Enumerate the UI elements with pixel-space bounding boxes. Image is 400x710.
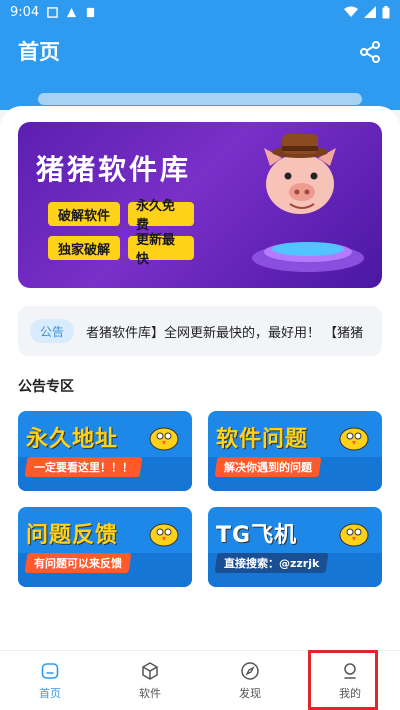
card-feedback[interactable]: 问题反馈 有问题可以来反馈: [18, 507, 192, 587]
card-title: TG飞机: [216, 523, 298, 548]
sim-icon: [87, 7, 95, 17]
alert-icon: [67, 7, 77, 17]
page-title: 首页: [18, 40, 60, 64]
signal-icon: [364, 6, 376, 18]
notice-text: 者猪软件库】全网更新最快的，最好用！ 【猪猪: [86, 325, 364, 341]
card-title: 软件问题: [216, 427, 309, 452]
main-content: 猪猪软件库 破解软件 永久免费 独家破解 更新最快 公告 者猪软件库】全网更新最…: [0, 106, 400, 650]
nav-item-software[interactable]: 软件: [100, 651, 200, 710]
nav-item-discover[interactable]: 发现: [200, 651, 300, 710]
cube-icon: [142, 661, 158, 680]
promo-banner[interactable]: 猪猪软件库 破解软件 永久免费 独家破解 更新最快: [18, 122, 382, 288]
chick-icon: [149, 427, 179, 451]
header-decoration: [38, 93, 362, 105]
status-time: 9:04: [10, 4, 40, 20]
card-subtitle: 有问题可以来反馈: [24, 553, 132, 573]
card-telegram[interactable]: TG飞机 直接搜索：@zzrjk: [208, 507, 382, 587]
notification-icon: [47, 6, 58, 18]
battery-icon: [382, 5, 390, 18]
chick-icon: [149, 523, 179, 547]
nav-item-home[interactable]: 首页: [0, 651, 100, 710]
nav-label: 发现: [239, 686, 261, 700]
status-bar: 9:04: [0, 0, 400, 24]
banner-tag: 独家破解: [48, 236, 120, 260]
wifi-icon: [344, 6, 358, 17]
notice-bar[interactable]: 公告 者猪软件库】全网更新最快的，最好用！ 【猪猪: [18, 306, 382, 356]
card-title: 问题反馈: [26, 523, 119, 548]
card-title: 永久地址: [26, 427, 119, 452]
banner-tag: 永久免费: [128, 199, 194, 233]
card-subtitle: 一定要看这里！！！: [24, 457, 143, 477]
highlight-annotation: [308, 650, 378, 710]
notice-badge: 公告: [30, 319, 74, 343]
home-icon: [41, 662, 59, 679]
card-subtitle: 解决你遇到的问题: [214, 457, 322, 477]
card-software-problems[interactable]: 软件问题 解决你遇到的问题: [208, 411, 382, 491]
share-icon[interactable]: [358, 40, 382, 64]
chick-icon: [339, 523, 369, 547]
nav-label: 首页: [39, 686, 61, 700]
card-permanent-address[interactable]: 永久地址 一定要看这里！！！: [18, 411, 192, 491]
nav-label: 软件: [139, 686, 161, 700]
banner-title: 猪猪软件库: [36, 153, 192, 186]
banner-tag: 更新最快: [128, 233, 194, 267]
section-title: 公告专区: [18, 379, 74, 395]
pig-mascot-icon: [252, 134, 364, 272]
card-subtitle: 直接搜索：@zzrjk: [214, 553, 329, 573]
chick-icon: [339, 427, 369, 451]
banner-tag: 破解软件: [48, 202, 120, 226]
compass-icon: [241, 661, 259, 680]
